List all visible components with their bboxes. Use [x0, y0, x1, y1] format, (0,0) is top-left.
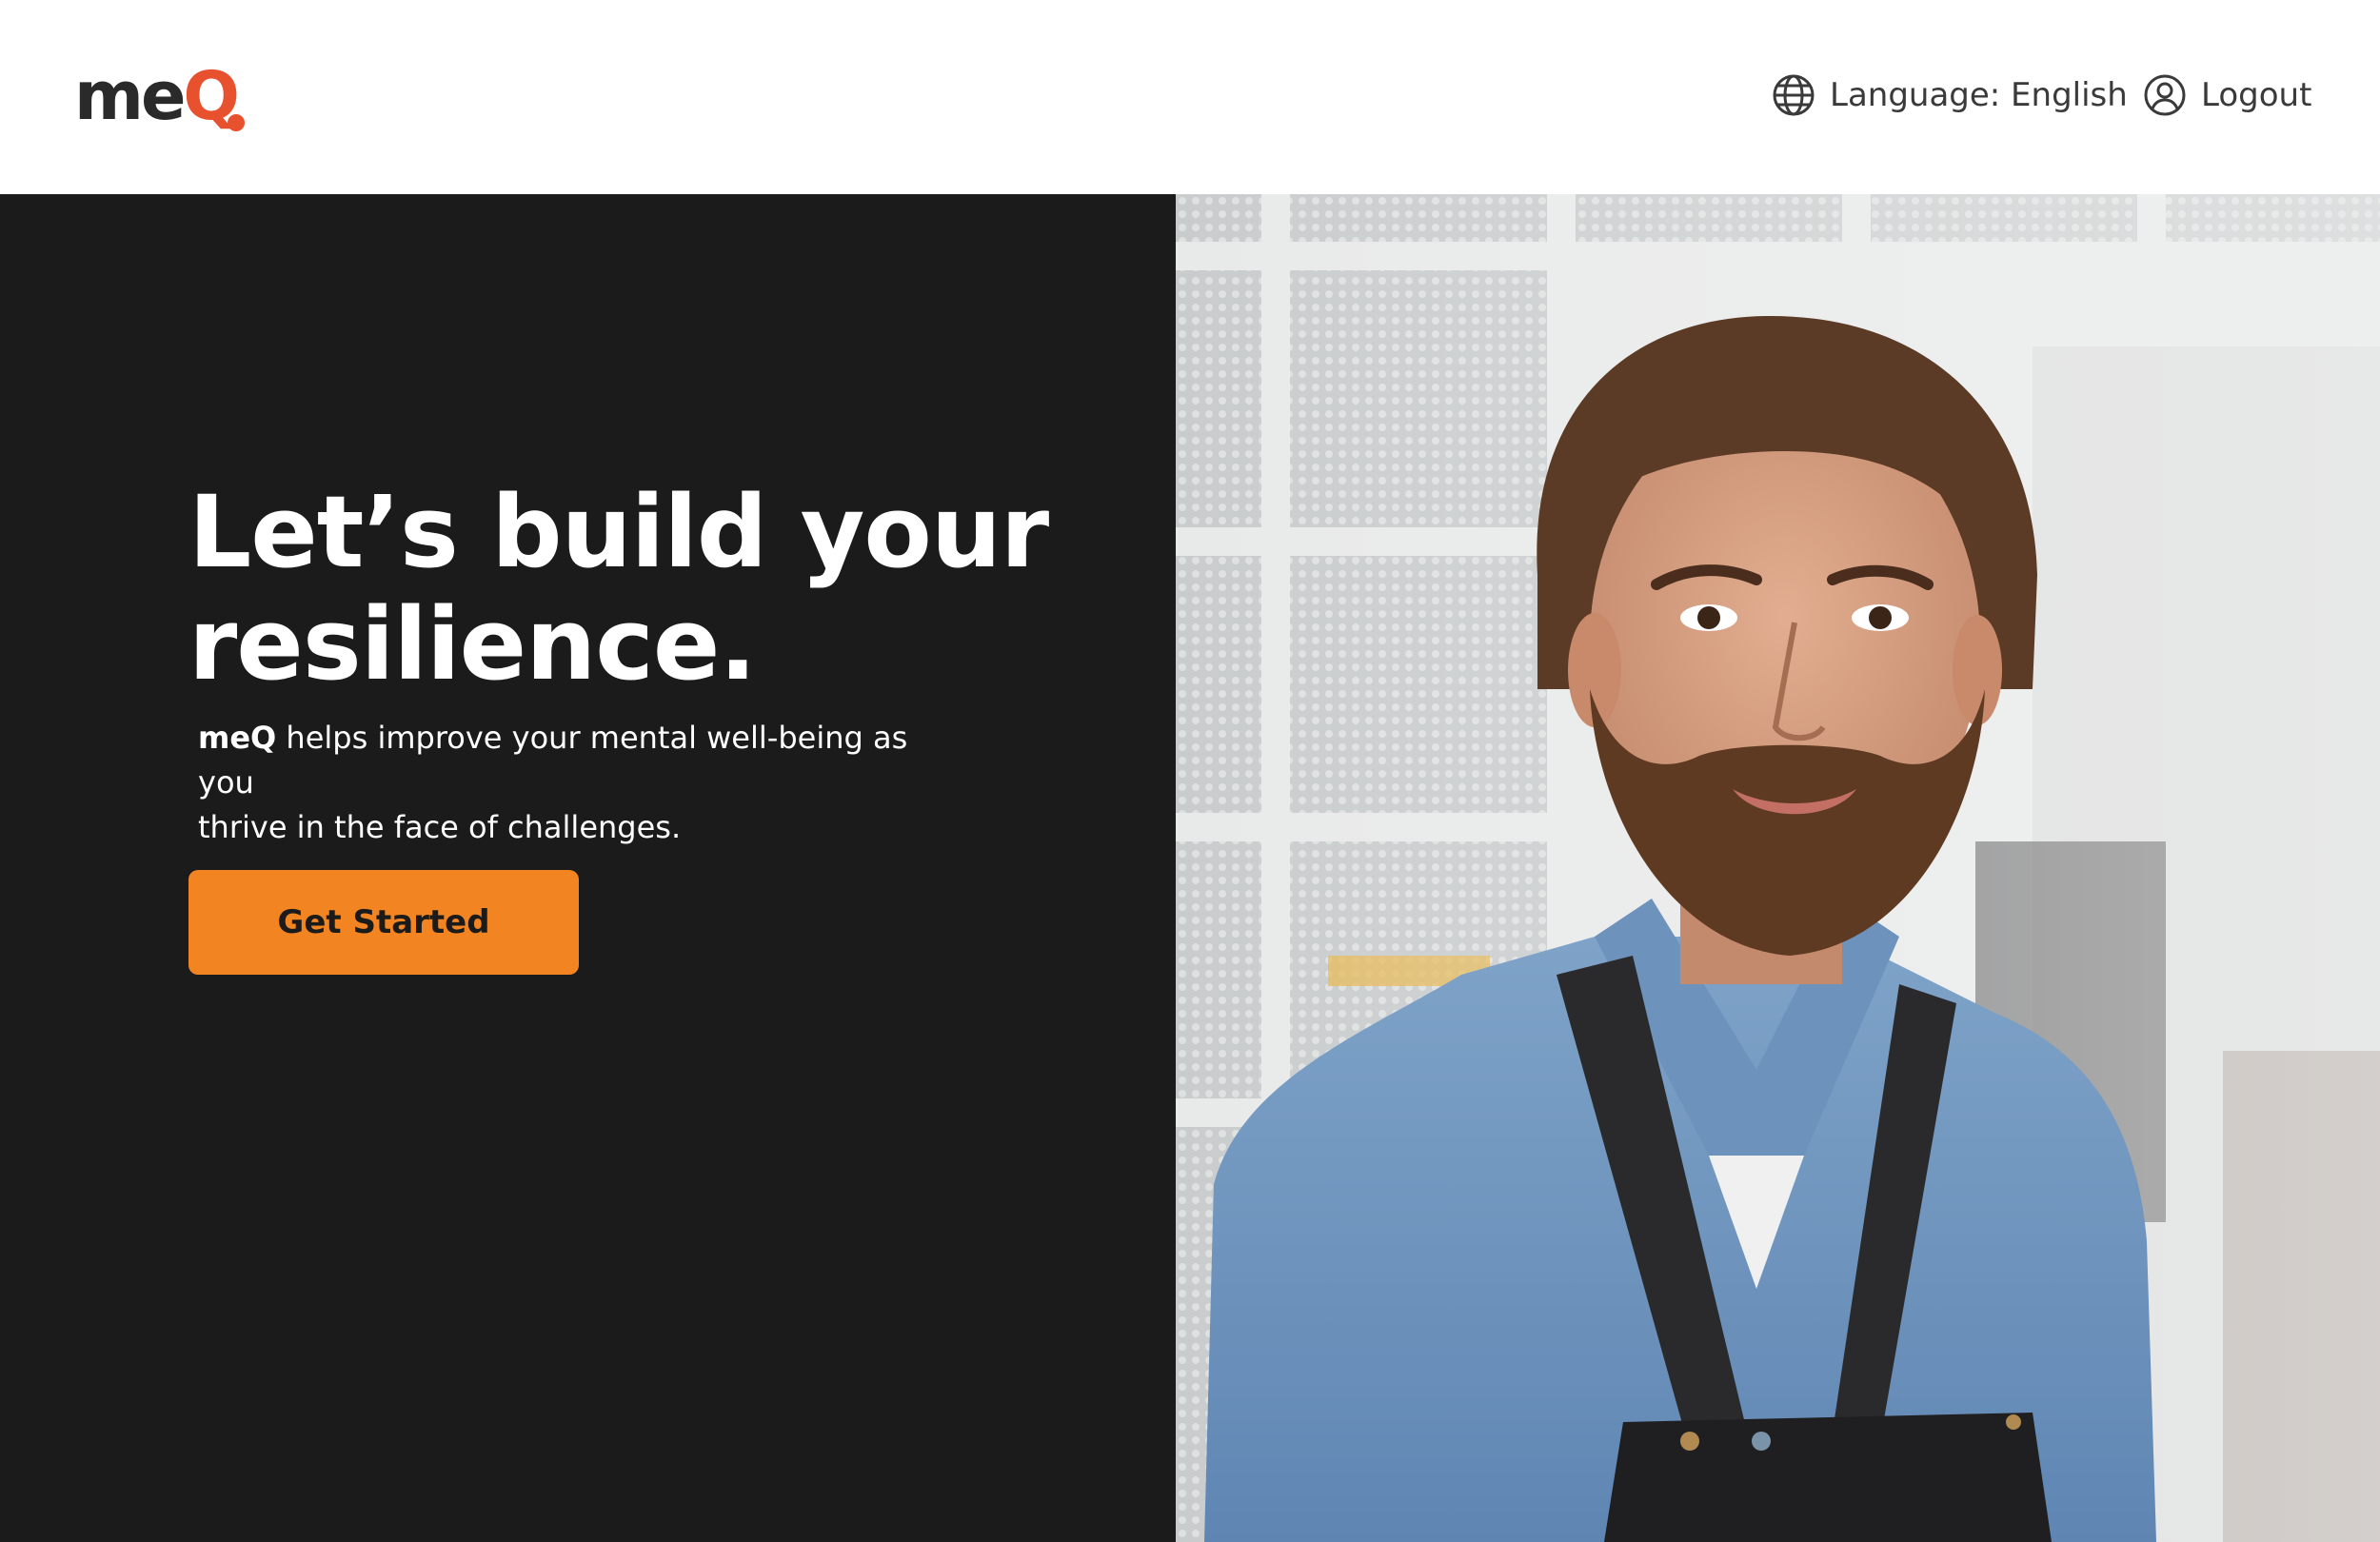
headline-line-1: Let’s build your: [188, 474, 1049, 590]
logout-button[interactable]: Logout: [2142, 69, 2311, 122]
logo-dot: [227, 114, 245, 131]
logo-text-me: me: [74, 57, 186, 135]
description-line-2: thrive in the face of challenges.: [198, 809, 682, 845]
portrait-image: [1176, 194, 2380, 1542]
language-selector[interactable]: Language: English: [1771, 69, 2128, 122]
get-started-button[interactable]: Get Started: [188, 870, 579, 975]
headline-line-2: resilience.: [188, 586, 757, 702]
logout-label: Logout: [2201, 76, 2312, 114]
user-circle-icon: [2142, 72, 2188, 118]
hero-photo: [1176, 194, 2380, 1542]
globe-icon: [1771, 72, 1816, 118]
brand-name: meQ: [198, 720, 277, 756]
language-label: Language: English: [1830, 76, 2128, 114]
description-line-1: helps improve your mental well-being as …: [198, 720, 908, 801]
hero-description: meQ helps improve your mental well-being…: [198, 716, 960, 850]
hero-headline: Let’s build your resilience.: [188, 476, 1140, 701]
hero-panel: [0, 194, 1176, 1542]
top-header: meQ Language: English Logout: [0, 0, 2380, 194]
meq-logo[interactable]: meQ: [74, 53, 245, 139]
